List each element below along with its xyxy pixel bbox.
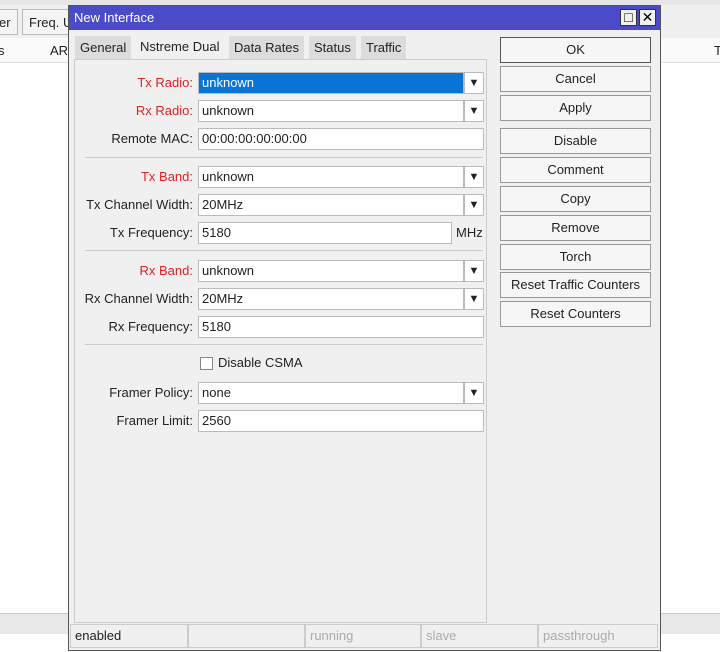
remote-mac-label: Remote MAC:	[111, 131, 193, 146]
dropdown-arrow-icon[interactable]: ▼	[464, 260, 484, 282]
tab-data-rates[interactable]: Data Rates	[229, 36, 306, 60]
tx-band-select[interactable]: unknown	[198, 166, 464, 188]
dropdown-arrow-icon[interactable]: ▼	[464, 194, 484, 216]
new-interface-dialog: New Interface □ ✕ General Nstreme Dual D…	[68, 5, 661, 651]
rx-frequency-label: Rx Frequency:	[108, 319, 193, 334]
ok-button[interactable]: OK	[500, 37, 651, 63]
tab-traffic[interactable]: Traffic	[361, 36, 408, 60]
tx-band-label: Tx Band:	[140, 169, 193, 184]
rx-radio-label: Rx Radio:	[135, 103, 193, 118]
copy-button[interactable]: Copy	[500, 186, 651, 212]
rx-radio-select[interactable]: unknown	[198, 100, 464, 122]
tx-frequency-unit: MHz	[456, 225, 483, 240]
tab-status[interactable]: Status	[309, 36, 357, 60]
dropdown-arrow-icon[interactable]: ▼	[464, 100, 484, 122]
tab-panel: Tx Radio: unknown ▼ Rx Radio: unknown ▼ …	[74, 59, 487, 623]
rx-channel-width-label: Rx Channel Width:	[84, 291, 193, 306]
apply-button[interactable]: Apply	[500, 95, 651, 121]
cancel-button[interactable]: Cancel	[500, 66, 651, 92]
tx-radio-label: Tx Radio:	[137, 75, 193, 90]
rx-band-select[interactable]: unknown	[198, 260, 464, 282]
tx-frequency-label: Tx Frequency:	[109, 225, 193, 240]
torch-button[interactable]: Torch	[500, 244, 651, 270]
disable-csma-checkbox[interactable]	[200, 357, 213, 370]
column-header[interactable]: T	[714, 43, 720, 58]
framer-policy-label: Framer Policy:	[109, 385, 193, 400]
tx-channel-width-select[interactable]: 20MHz	[198, 194, 464, 216]
rx-band-label: Rx Band:	[139, 263, 193, 278]
divider	[85, 344, 483, 345]
reset-counters-button[interactable]: Reset Counters	[500, 301, 651, 327]
status-cell	[188, 624, 305, 648]
reset-traffic-counters-button[interactable]: Reset Traffic Counters	[500, 272, 651, 298]
disable-button[interactable]: Disable	[500, 128, 651, 154]
dropdown-arrow-icon[interactable]: ▼	[464, 288, 484, 310]
tx-channel-width-label: Tx Channel Width:	[86, 197, 193, 212]
background-button[interactable]: er	[0, 9, 18, 35]
rx-frequency-input[interactable]: 5180	[198, 316, 484, 338]
status-slave: slave	[421, 624, 538, 648]
rx-channel-width-select[interactable]: 20MHz	[198, 288, 464, 310]
framer-policy-select[interactable]: none	[198, 382, 464, 404]
remove-button[interactable]: Remove	[500, 215, 651, 241]
tab-nstreme-dual[interactable]: Nstreme Dual	[135, 33, 226, 61]
status-running: running	[305, 624, 421, 648]
comment-button[interactable]: Comment	[500, 157, 651, 183]
status-passthrough: passthrough	[538, 624, 658, 648]
dialog-title-bar[interactable]: New Interface	[69, 6, 660, 30]
tx-frequency-input[interactable]: 5180	[198, 222, 452, 244]
maximize-icon[interactable]: □	[620, 9, 637, 26]
framer-limit-label: Framer Limit:	[116, 413, 193, 428]
dropdown-arrow-icon[interactable]: ▼	[464, 382, 484, 404]
status-enabled: enabled	[70, 624, 188, 648]
divider	[85, 157, 483, 158]
column-header[interactable]: s	[0, 43, 5, 58]
close-icon[interactable]: ✕	[639, 9, 656, 26]
dropdown-arrow-icon[interactable]: ▼	[464, 72, 484, 94]
dialog-title: New Interface	[74, 10, 155, 25]
divider	[85, 250, 483, 251]
dropdown-arrow-icon[interactable]: ▼	[464, 166, 484, 188]
framer-limit-input[interactable]: 2560	[198, 410, 484, 432]
column-header[interactable]: AR	[50, 43, 68, 58]
tx-radio-select[interactable]: unknown	[198, 72, 464, 94]
disable-csma-label[interactable]: Disable CSMA	[218, 353, 303, 373]
remote-mac-input[interactable]: 00:00:00:00:00:00	[198, 128, 484, 150]
tab-general[interactable]: General	[75, 36, 133, 60]
